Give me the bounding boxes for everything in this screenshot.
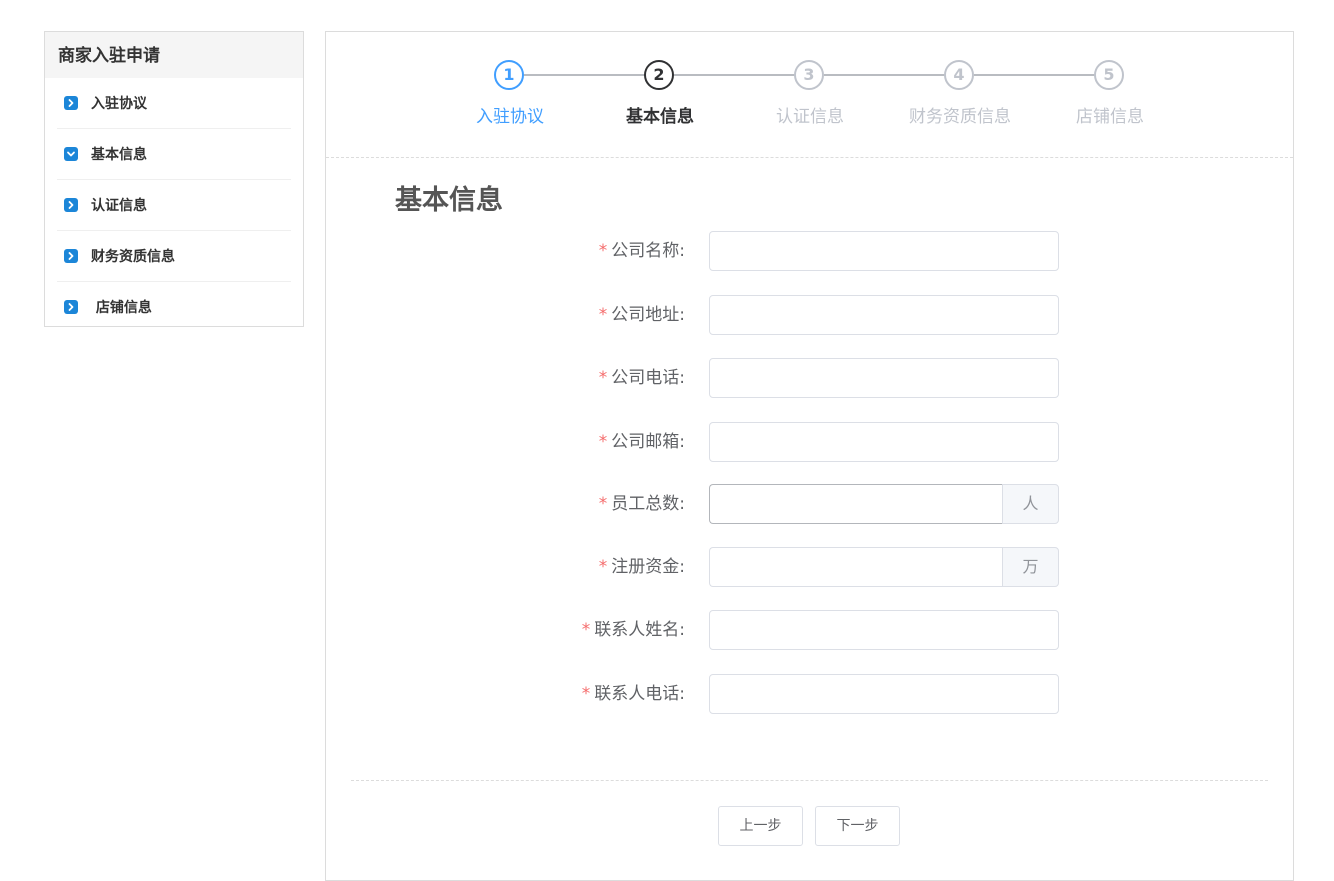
sidebar-item-certification[interactable]: 认证信息	[57, 180, 291, 231]
field-label: * 公司邮箱:	[598, 432, 685, 452]
form-row-registered-capital: * 注册资金: 万	[326, 547, 1293, 587]
step-number: 1	[494, 60, 524, 90]
prev-step-button[interactable]: 上一步	[718, 806, 803, 846]
field-label: * 联系人姓名:	[581, 620, 685, 640]
form-row-company-email: * 公司邮箱:	[326, 422, 1293, 462]
step-number: 4	[944, 60, 974, 90]
sidebar-item-label: 入驻协议	[91, 96, 147, 112]
step-connector	[674, 74, 795, 76]
step-connector	[524, 74, 645, 76]
field-label: * 公司电话:	[598, 368, 685, 388]
chevron-right-icon	[64, 249, 78, 263]
sidebar-title: 商家入驻申请	[45, 32, 303, 78]
step-label: 店铺信息	[1076, 107, 1144, 127]
required-mark: *	[598, 305, 608, 325]
chevron-right-icon	[64, 300, 78, 314]
required-mark: *	[598, 432, 608, 452]
sidebar-item-agreement[interactable]: 入驻协议	[57, 78, 291, 129]
step-number: 3	[794, 60, 824, 90]
step-connector	[824, 74, 945, 76]
capital-unit-addon: 万	[1002, 547, 1059, 587]
step-label: 财务资质信息	[909, 107, 1011, 127]
form-row-company-name: * 公司名称:	[326, 231, 1293, 271]
required-mark: *	[598, 241, 608, 261]
form-row-employee-count: * 员工总数: 人	[326, 484, 1293, 524]
form-row-company-phone: * 公司电话:	[326, 358, 1293, 398]
step-connector	[974, 74, 1095, 76]
steps-bar: 1 入驻协议 2 基本信息 3 认证信息 4 财务资质信息 5 店铺信息	[326, 32, 1293, 158]
required-mark: *	[598, 494, 608, 514]
step-label: 入驻协议	[476, 107, 544, 127]
field-label: * 公司地址:	[598, 305, 685, 325]
form-row-contact-phone: * 联系人电话:	[326, 674, 1293, 714]
company-name-input[interactable]	[709, 231, 1059, 271]
required-mark: *	[598, 557, 608, 577]
chevron-down-icon	[64, 147, 78, 161]
field-label: * 公司名称:	[598, 241, 685, 261]
sidebar-item-label: 基本信息	[91, 147, 147, 163]
employee-unit-addon: 人	[1002, 484, 1059, 524]
chevron-right-icon	[64, 198, 78, 212]
section-title: 基本信息	[395, 185, 503, 216]
divider	[351, 780, 1268, 781]
step-label: 认证信息	[776, 107, 844, 127]
employee-count-group: 人	[709, 484, 1059, 524]
main-panel: 1 入驻协议 2 基本信息 3 认证信息 4 财务资质信息 5 店铺信息 基本信…	[325, 31, 1294, 881]
contact-phone-input[interactable]	[709, 674, 1059, 714]
sidebar: 商家入驻申请 入驻协议 基本信息 认证信息 财务资质信息 店铺信息	[44, 31, 304, 327]
step-number: 2	[644, 60, 674, 90]
divider	[326, 157, 1293, 158]
step-number: 5	[1094, 60, 1124, 90]
chevron-right-icon	[64, 96, 78, 110]
company-phone-input[interactable]	[709, 358, 1059, 398]
field-label: * 员工总数:	[598, 494, 685, 514]
sidebar-item-store[interactable]: 店铺信息	[57, 282, 291, 332]
sidebar-item-finance[interactable]: 财务资质信息	[57, 231, 291, 282]
form-row-company-address: * 公司地址:	[326, 295, 1293, 335]
next-step-button[interactable]: 下一步	[815, 806, 900, 846]
required-mark: *	[581, 620, 591, 640]
field-label: * 注册资金:	[598, 557, 685, 577]
company-email-input[interactable]	[709, 422, 1059, 462]
company-address-input[interactable]	[709, 295, 1059, 335]
registered-capital-group: 万	[709, 547, 1059, 587]
sidebar-item-label: 店铺信息	[91, 300, 152, 316]
sidebar-item-label: 财务资质信息	[91, 249, 175, 265]
contact-name-input[interactable]	[709, 610, 1059, 650]
step-label: 基本信息	[626, 107, 694, 127]
required-mark: *	[581, 684, 591, 704]
registered-capital-input[interactable]	[709, 547, 1002, 587]
required-mark: *	[598, 368, 608, 388]
employee-count-input[interactable]	[709, 484, 1002, 524]
sidebar-item-label: 认证信息	[91, 198, 147, 214]
form-row-contact-name: * 联系人姓名:	[326, 610, 1293, 650]
sidebar-item-basic-info[interactable]: 基本信息	[57, 129, 291, 180]
field-label: * 联系人电话:	[581, 684, 685, 704]
